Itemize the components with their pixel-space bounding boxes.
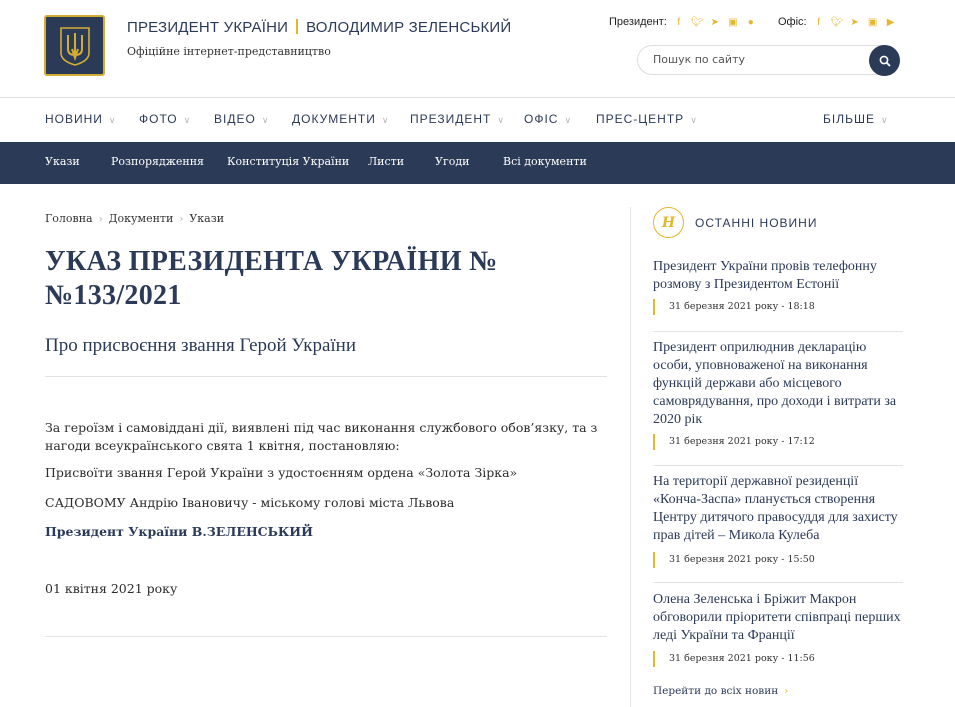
documents-subnav: Укази Розпорядження Конституція України …: [0, 142, 955, 184]
nav-item-documents[interactable]: ДОКУМЕНТИ ∨: [292, 112, 389, 126]
search-button[interactable]: [869, 45, 900, 76]
news-separator: [653, 465, 903, 466]
instagram-icon[interactable]: ▣: [867, 17, 879, 28]
news-item-date: 31 березня 2021 року - 15:50: [653, 552, 815, 568]
chevron-down-icon: ∨: [108, 115, 117, 125]
nav-label: ПРЕЗИДЕНТ: [410, 112, 492, 126]
page-title: УКАЗ ПРЕЗИДЕНТА УКРАЇНИ № №133/2021: [45, 246, 498, 311]
telegram-icon[interactable]: ➤: [849, 17, 861, 28]
subnav-item-constitution[interactable]: Конституція України: [227, 155, 349, 168]
nav-label: НОВИНИ: [45, 112, 103, 126]
decree-subtitle: Про присвоєння звання Герой України: [45, 335, 356, 356]
nav-label: ОФІС: [524, 112, 559, 126]
chevron-right-icon: ›: [98, 214, 103, 225]
news-item-date: 31 березня 2021 року - 18:18: [653, 299, 815, 315]
chevron-right-icon: ›: [784, 685, 789, 697]
social-president: Президент: f 🐦︎ ➤ ▣ ●: [609, 16, 757, 28]
all-news-label: Перейти до всіх новин: [653, 685, 779, 697]
news-item-date: 31 березня 2021 року - 11:56: [653, 651, 815, 667]
news-separator: [653, 331, 903, 332]
decree-paragraph: САДОВОМУ Андрію Івановичу - міському гол…: [45, 495, 455, 510]
subnav-item-letters[interactable]: Листи: [368, 155, 404, 168]
decree-date: 01 квітня 2021 року: [45, 581, 178, 596]
sidebar-divider: [630, 207, 631, 707]
facebook-icon[interactable]: f: [673, 17, 685, 28]
nav-label: ПРЕС-ЦЕНТР: [596, 112, 685, 126]
social-president-label: Президент:: [609, 16, 667, 28]
search-input[interactable]: [653, 53, 853, 66]
news-item-title[interactable]: Президент оприлюднив декларацію особи, у…: [653, 339, 903, 429]
latest-news-heading: ОСТАННІ НОВИНИ: [695, 216, 818, 230]
chevron-down-icon: ∨: [880, 115, 889, 125]
nav-label: ВІДЕО: [214, 112, 256, 126]
decree-signature: Президент України В.ЗЕЛЕНСЬКИЙ: [45, 524, 313, 539]
news-item-date: 31 березня 2021 року - 17:12: [653, 434, 815, 450]
news-item-title[interactable]: Президент України провів телефонну розмо…: [653, 258, 903, 294]
nav-label: ФОТО: [139, 112, 178, 126]
divider: [45, 636, 607, 637]
chevron-down-icon: ∨: [183, 115, 192, 125]
nav-item-more[interactable]: БІЛЬШЕ ∨: [823, 112, 889, 126]
breadcrumb-decrees[interactable]: Укази: [189, 212, 224, 225]
nav-item-president[interactable]: ПРЕЗИДЕНТ ∨: [410, 112, 505, 126]
nav-item-photo[interactable]: ФОТО ∨: [139, 112, 191, 126]
social-office: Офіс: f 🐦︎ ➤ ▣ ▶: [778, 16, 897, 28]
news-icon: Н: [653, 207, 684, 238]
search-box: [637, 45, 900, 76]
chevron-down-icon: ∨: [564, 115, 573, 125]
nav-item-office[interactable]: ОФІС ∨: [524, 112, 572, 126]
twitter-icon[interactable]: 🐦︎: [831, 17, 844, 28]
breadcrumb-home[interactable]: Головна: [45, 212, 93, 225]
news-item-title[interactable]: На території державної резиденції «Конча…: [653, 473, 903, 545]
decree-paragraph: Присвоїти звання Герой України з удостоє…: [45, 465, 518, 480]
nav-item-video[interactable]: ВІДЕО ∨: [214, 112, 269, 126]
decree-paragraph: За героїзм і самовіддані дії, виявлені п…: [45, 420, 598, 453]
subnav-item-all-documents[interactable]: Всі документи: [503, 155, 587, 168]
twitter-icon[interactable]: 🐦︎: [691, 17, 704, 28]
breadcrumb: Головна › Документи › Укази: [45, 212, 224, 225]
breadcrumb-documents[interactable]: Документи: [109, 212, 174, 225]
facebook-icon[interactable]: f: [813, 17, 825, 28]
nav-label: БІЛЬШЕ: [823, 112, 875, 126]
site-title[interactable]: ПРЕЗИДЕНТ УКРАЇНИ ВОЛОДИМИР ЗЕЛЕНСЬКИЙ: [127, 19, 511, 36]
chevron-down-icon: ∨: [690, 115, 698, 125]
nav-item-news[interactable]: НОВИНИ ∨: [45, 112, 117, 126]
chevron-down-icon: ∨: [261, 115, 270, 125]
divider: [45, 376, 607, 377]
site-header: ПРЕЗИДЕНТ УКРАЇНИ ВОЛОДИМИР ЗЕЛЕНСЬКИЙ Оф…: [0, 0, 955, 98]
site-title-name: ВОЛОДИМИР ЗЕЛЕНСЬКИЙ: [306, 19, 512, 36]
telegram-icon[interactable]: ➤: [709, 17, 721, 28]
all-news-link[interactable]: Перейти до всіх новин ›: [653, 685, 788, 697]
nav-label: ДОКУМЕНТИ: [292, 112, 376, 126]
youtube-icon[interactable]: ▶: [885, 17, 897, 28]
coat-of-arms-logo[interactable]: [44, 15, 105, 76]
news-item-title[interactable]: Олена Зеленська і Бріжит Макрон обговори…: [653, 591, 903, 645]
chevron-down-icon: ∨: [497, 115, 505, 125]
search-icon: [879, 55, 891, 67]
flickr-icon[interactable]: ●: [745, 17, 757, 28]
social-office-label: Офіс:: [778, 16, 807, 28]
nav-item-press-center[interactable]: ПРЕС-ЦЕНТР ∨: [596, 112, 698, 126]
main-navigation: НОВИНИ ∨ ФОТО ∨ ВІДЕО ∨ ДОКУМЕНТИ ∨ ПРЕЗИДЕН…: [0, 99, 955, 142]
title-divider: [296, 19, 299, 34]
trident-icon: [59, 26, 90, 66]
subnav-item-decrees[interactable]: Укази: [45, 155, 80, 168]
news-separator: [653, 582, 903, 583]
chevron-down-icon: ∨: [381, 115, 390, 125]
site-subtitle: Офіційне інтернет-представництво: [127, 45, 331, 58]
subnav-item-orders[interactable]: Розпорядження: [111, 155, 204, 168]
site-title-president: ПРЕЗИДЕНТ УКРАЇНИ: [127, 19, 289, 36]
instagram-icon[interactable]: ▣: [727, 17, 739, 28]
chevron-right-icon: ›: [179, 214, 184, 225]
subnav-item-agreements[interactable]: Угоди: [435, 155, 469, 168]
